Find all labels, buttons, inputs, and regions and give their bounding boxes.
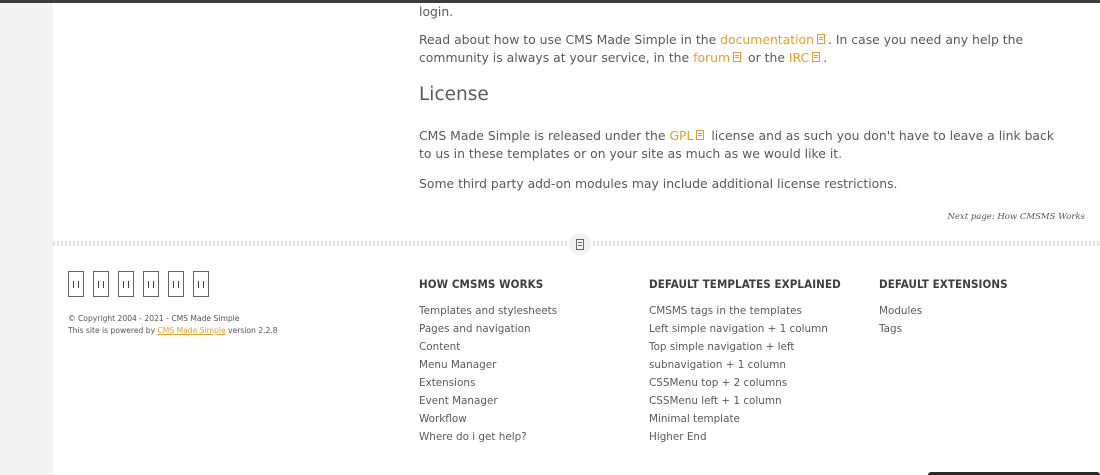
social-icon-3[interactable]	[118, 271, 134, 297]
social-icon-4[interactable]	[143, 271, 159, 297]
powered-by-text: This site is powered by CMS Made Simple …	[68, 325, 278, 337]
gpl-paragraph: CMS Made Simple is released under the GP…	[419, 127, 1069, 163]
footer-link[interactable]: CSSMenu left + 1 column	[649, 392, 859, 410]
powered-pre: This site is powered by	[68, 326, 158, 335]
footer-link[interactable]: Top simple navigation + left subnavigati…	[649, 338, 859, 374]
divider-icon	[569, 233, 591, 255]
footer-link[interactable]: Minimal template	[649, 410, 859, 428]
next-page-link[interactable]: Next page: How CMSMS Works	[947, 208, 1085, 226]
footer-link[interactable]: Modules	[879, 302, 1029, 320]
external-link-icon	[733, 52, 742, 62]
footer-link[interactable]: Higher End	[649, 428, 859, 446]
third-party-paragraph: Some third party add-on modules may incl…	[419, 176, 898, 191]
external-link-icon	[816, 34, 825, 44]
cms-made-simple-link[interactable]: CMS Made Simple	[157, 326, 225, 335]
footer-link[interactable]: Content	[419, 338, 619, 356]
powered-post: version 2.2.8	[225, 326, 278, 335]
footer-link[interactable]: CMSMS tags in the templates	[649, 302, 859, 320]
irc-link[interactable]: IRC	[789, 50, 809, 65]
footer-link[interactable]: Workflow	[419, 410, 619, 428]
social-icon-2[interactable]	[93, 271, 109, 297]
social-links	[68, 271, 209, 297]
footer-link[interactable]: CSSMenu top + 2 columns	[649, 374, 859, 392]
doc-text-post: .	[823, 50, 828, 65]
documentation-paragraph: Read about how to use CMS Made Simple in…	[419, 31, 1089, 67]
footer-link[interactable]: Tags	[879, 320, 1029, 338]
page-sheet: login. Read about how to use CMS Made Si…	[53, 3, 1100, 475]
forum-link[interactable]: forum	[693, 50, 730, 65]
doc-text-pre: Read about how to use CMS Made Simple in…	[419, 32, 721, 47]
documentation-link[interactable]: documentation	[720, 32, 814, 47]
footer-link[interactable]: Extensions	[419, 374, 619, 392]
gpl-link[interactable]: GPL	[669, 128, 693, 143]
footer-link[interactable]: Where do i get help?	[419, 428, 619, 446]
gpl-text-pre: CMS Made Simple is released under the	[419, 128, 670, 143]
login-text: login.	[419, 4, 454, 19]
copyright-block: © Copyright 2004 - 2021 - CMS Made Simpl…	[68, 313, 278, 337]
footer-column-default-templates: DEFAULT TEMPLATES EXPLAINED CMSMS tags i…	[649, 277, 859, 446]
footer-link[interactable]: Templates and stylesheets	[419, 302, 619, 320]
doc-text-mid2: or the	[744, 50, 789, 65]
footer-link[interactable]: Event Manager	[419, 392, 619, 410]
external-link-icon	[812, 52, 821, 62]
column-heading: HOW CMSMS WORKS	[419, 277, 544, 291]
footer-column-default-extensions: DEFAULT EXTENSIONS Modules Tags	[879, 277, 1029, 338]
footer-link[interactable]: Left simple navigation + 1 column	[649, 320, 859, 338]
social-icon-5[interactable]	[168, 271, 184, 297]
column-heading: DEFAULT EXTENSIONS	[879, 277, 1008, 291]
footer-link[interactable]: Pages and navigation	[419, 320, 619, 338]
footer-column-how-cmsms-works: HOW CMSMS WORKS Templates and stylesheet…	[419, 277, 619, 446]
license-heading: License	[419, 84, 489, 105]
footer-link[interactable]: Menu Manager	[419, 356, 619, 374]
copyright-text: © Copyright 2004 - 2021 - CMS Made Simpl…	[68, 314, 240, 323]
external-link-icon	[696, 130, 705, 140]
social-icon-6[interactable]	[193, 271, 209, 297]
social-icon-1[interactable]	[68, 271, 84, 297]
column-heading: DEFAULT TEMPLATES EXPLAINED	[649, 277, 841, 291]
